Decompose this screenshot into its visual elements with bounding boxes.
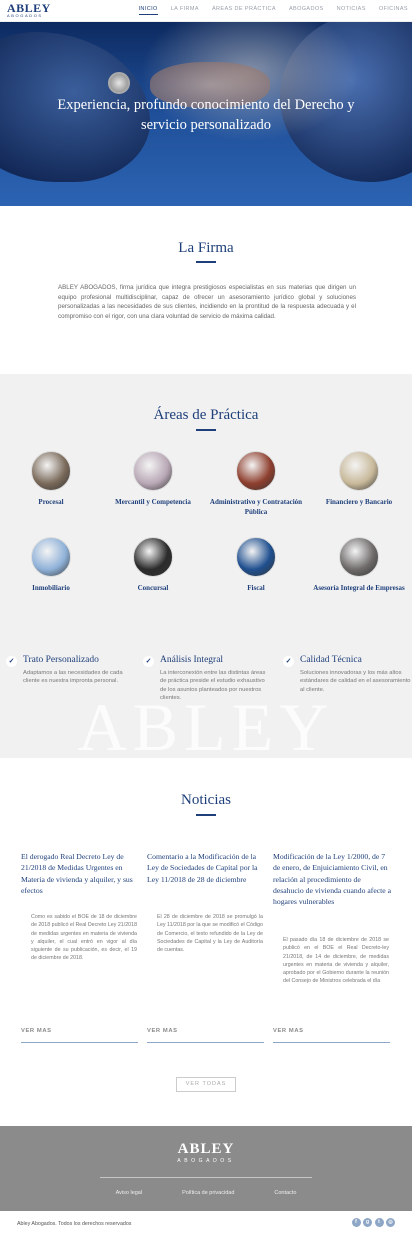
logo-subtitle: ABOGADOS [7, 13, 43, 18]
firma-title: La Firma [178, 240, 234, 256]
feature-text: Adaptamos a las necesidades de cada clie… [23, 670, 123, 685]
practice-area-label[interactable]: Inmobiliario [1, 584, 101, 594]
news-card-title[interactable]: El derogado Real Decreto Ley de 21/2018 … [21, 851, 141, 896]
hero-banner: Experiencia, profundo conocimiento del D… [0, 22, 412, 206]
news-title: Noticias [181, 792, 231, 808]
feature-title: Trato Personalizado [23, 655, 99, 665]
footer-links: Aviso legal Política de privacidad Conta… [0, 1190, 412, 1196]
nav-item-noticias[interactable]: NOTICIAS [337, 6, 366, 15]
practice-area-label[interactable]: Procesal [1, 498, 101, 508]
practice-area-item[interactable]: Financiero y Bancario [309, 451, 409, 508]
practice-area-label[interactable]: Administrativo y Contratación Pública [206, 498, 306, 517]
footer-link-contacto[interactable]: Contacto [274, 1190, 296, 1196]
practice-area-item[interactable]: Procesal [1, 451, 101, 508]
pen-image[interactable] [133, 537, 173, 577]
practice-area-item[interactable]: Concursal [103, 537, 203, 594]
facebook-icon[interactable]: f [351, 1218, 361, 1227]
news-card: Comentario a la Modificación de la Ley d… [147, 851, 267, 1046]
abley-logo[interactable]: ABLEY ABOGADOS [7, 1, 67, 19]
view-all-news-button[interactable]: VER TODAS [176, 1077, 236, 1092]
practice-area-label[interactable]: Fiscal [206, 584, 306, 594]
books-image[interactable] [236, 451, 276, 491]
coins-image[interactable] [339, 451, 379, 491]
social-links: f g t ◎ [349, 1218, 395, 1227]
news-card-divider [21, 1042, 138, 1043]
nav-item-abogados[interactable]: ABOGADOS [289, 6, 324, 15]
google-plus-icon[interactable]: g [363, 1218, 372, 1227]
practice-area-label[interactable]: Asesoría Integral de Empresas [309, 584, 409, 594]
copyright-bar: Abley Abogados. Todos los derechos reser… [0, 1211, 412, 1237]
news-read-more-link[interactable]: VER MAS [273, 1028, 304, 1034]
feature-title: Análisis Integral [160, 655, 224, 665]
practice-area-label[interactable]: Financiero y Bancario [309, 498, 409, 508]
check-icon: ✓ [6, 656, 17, 667]
news-read-more-link[interactable]: VER MAS [147, 1028, 178, 1034]
firma-description: ABLEY ABOGADOS, firma jurídica que integ… [58, 284, 356, 320]
practice-area-item[interactable]: Administrativo y Contratación Pública [206, 451, 306, 517]
twitter-icon[interactable]: t [374, 1218, 384, 1227]
logo-wordmark: ABLEY [7, 1, 51, 15]
footer-link-aviso-legal[interactable]: Aviso legal [116, 1190, 143, 1196]
feature-title: Calidad Técnica [300, 655, 362, 665]
practice-area-label[interactable]: Concursal [103, 584, 203, 594]
news-card: El derogado Real Decreto Ley de 21/2018 … [21, 851, 141, 1046]
feature-text: Soluciones innovadoras y los más altos e… [300, 670, 411, 693]
practice-area-item[interactable]: Fiscal [206, 537, 306, 594]
footer-divider [100, 1177, 312, 1178]
footer: ABLEY ABOGADOS Aviso legal Política de p… [0, 1126, 412, 1211]
footer-logo-subtitle: ABOGADOS [177, 1158, 235, 1164]
practice-area-item[interactable]: Inmobiliario [1, 537, 101, 594]
nav-item-areas-de-practica[interactable]: ÁREAS DE PRÁCTICA [212, 6, 276, 15]
news-card-title[interactable]: Comentario a la Modificación de la Ley d… [147, 851, 267, 885]
nav-item-oficinas[interactable]: OFICINAS [379, 6, 408, 15]
main-nav: INICIO LA FIRMA ÁREAS DE PRÁCTICA ABOGAD… [126, 6, 409, 15]
areas-title: Áreas de Práctica [153, 407, 259, 423]
practice-area-item[interactable]: Mercantil y Competencia [103, 451, 203, 508]
news-card-title[interactable]: Modificación de la Ley 1/2000, de 7 de e… [273, 851, 393, 907]
hero-headline: Experiencia, profundo conocimiento del D… [0, 95, 412, 135]
feature-text: La interconexión entre las distintas áre… [160, 670, 266, 701]
hero-headline-line-2: servicio personalizado [140, 117, 272, 133]
practice-area-label[interactable]: Mercantil y Competencia [103, 498, 203, 508]
nav-item-inicio[interactable]: INICIO [138, 6, 158, 15]
firma-title-underline [196, 261, 216, 263]
news-read-more-link[interactable]: VER MAS [21, 1028, 52, 1034]
building-image[interactable] [31, 537, 71, 577]
gavel-image[interactable] [31, 451, 71, 491]
news-card-divider [273, 1042, 390, 1043]
check-icon: ✓ [143, 656, 154, 667]
news-card-excerpt: Como es sabido el BOE de 18 de diciembre… [31, 914, 138, 962]
check-icon: ✓ [283, 656, 294, 667]
footer-logo[interactable]: ABLEY ABOGADOS [0, 1142, 412, 1165]
copyright-text: Abley Abogados. Todos los derechos reser… [17, 1221, 132, 1227]
news-card-excerpt: El pasado día 18 de diciembre de 2018 se… [283, 937, 389, 985]
instagram-icon[interactable]: ◎ [386, 1218, 395, 1227]
laptop-image[interactable] [339, 537, 379, 577]
footer-link-politica-privacidad[interactable]: Política de privacidad [182, 1190, 234, 1196]
nav-item-la-firma[interactable]: LA FIRMA [171, 6, 199, 15]
practice-area-item[interactable]: Asesoría Integral de Empresas [309, 537, 409, 594]
areas-title-underline [196, 429, 216, 431]
top-navigation-bar: ABLEY ABOGADOS INICIO LA FIRMA ÁREAS DE … [0, 0, 412, 22]
news-card: Modificación de la Ley 1/2000, de 7 de e… [273, 851, 393, 1046]
news-card-divider [147, 1042, 264, 1043]
pen-document-image[interactable] [133, 451, 173, 491]
news-card-excerpt: El 28 de diciembre de 2018 se promulgó l… [157, 914, 263, 954]
hero-headline-line-1: Experiencia, profundo conocimiento del D… [57, 97, 355, 113]
news-title-underline [196, 814, 216, 816]
watch-image [108, 72, 130, 94]
circuit-image[interactable] [236, 537, 276, 577]
footer-logo-wordmark: ABLEY [177, 1141, 235, 1157]
areas-section: ABLEY Áreas de Práctica Procesal Mercanti… [0, 374, 412, 758]
